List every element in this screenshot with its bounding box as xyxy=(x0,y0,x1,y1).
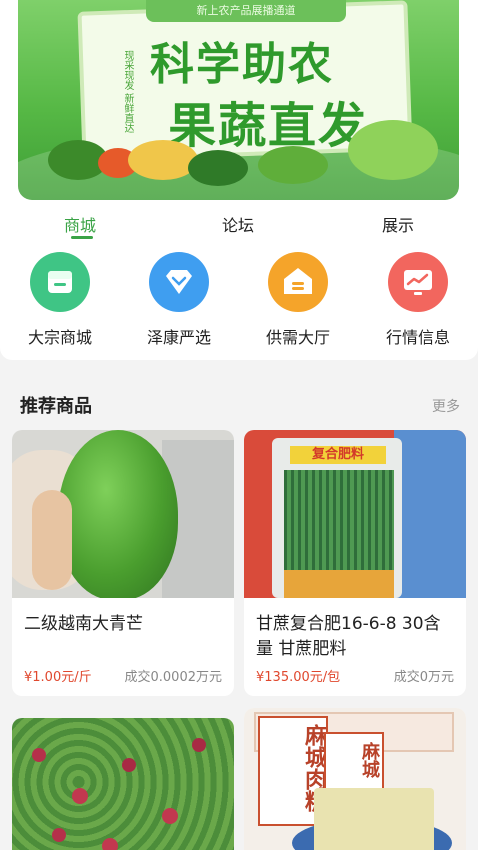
section-title: 推荐商品 xyxy=(20,396,92,417)
product-image-meat-cake: 麻城肉糕 麻城 xyxy=(244,708,466,850)
category-supply-demand[interactable]: 供需大厅 xyxy=(248,252,348,348)
product-price: ¥135.00元/包 xyxy=(256,670,341,685)
promo-banner[interactable]: 新上农产品展播通道 现采现发 新鲜直达 科学助农 果蔬直发 xyxy=(18,0,459,200)
category-zekang-select[interactable]: 泽康严选 xyxy=(129,252,229,348)
tab-forum[interactable]: 论坛 xyxy=(222,212,254,236)
product-image-mango xyxy=(12,430,234,598)
vegetable-image xyxy=(258,146,328,184)
product-name: 甘蔗复合肥16-6-8 30含量 甘蔗肥料 xyxy=(256,614,441,659)
product-card[interactable] xyxy=(12,718,234,850)
product-card[interactable]: 二级越南大青芒 ¥1.00元/斤 成交0.0002万元 xyxy=(12,430,234,696)
vegetable-image xyxy=(128,140,198,180)
product-meta: ¥135.00元/包 成交0万元 xyxy=(256,666,454,685)
banner-headline-2: 果蔬直发 xyxy=(168,98,369,154)
banner-headline-1: 科学助农 xyxy=(150,39,334,90)
category-label: 大宗商城 xyxy=(27,328,92,347)
product-deal-amount: 成交0万元 xyxy=(393,670,454,685)
vegetable-image xyxy=(348,120,438,180)
category-label: 供需大厅 xyxy=(265,328,330,347)
category-grid: 大宗商城 泽康严选 供需大厅 行情信息 xyxy=(0,252,478,352)
house-icon xyxy=(268,252,328,312)
category-bulk-mall[interactable]: 大宗商城 xyxy=(10,252,110,348)
diamond-icon xyxy=(149,252,209,312)
monitor-chart-icon xyxy=(388,252,448,312)
vegetable-image xyxy=(188,150,248,186)
tab-mall[interactable]: 商城 xyxy=(64,212,96,236)
banner-tag: 新上农产品展播通道 xyxy=(146,0,346,22)
tab-showcase[interactable]: 展示 xyxy=(382,212,414,236)
product-image-berries xyxy=(12,718,234,850)
product-meta: ¥1.00元/斤 成交0.0002万元 xyxy=(24,666,223,685)
category-market-info[interactable]: 行情信息 xyxy=(368,252,468,348)
product-price: ¥1.00元/斤 xyxy=(24,670,92,685)
product-name: 二级越南大青芒 xyxy=(24,614,143,634)
product-image-fertilizer: 复合肥料 xyxy=(244,430,466,598)
tab-bar: 商城 论坛 展示 xyxy=(0,208,478,242)
product-card[interactable]: 麻城肉糕 麻城 xyxy=(244,708,466,850)
product-card[interactable]: 复合肥料 甘蔗复合肥16-6-8 30含量 甘蔗肥料 ¥135.00元/包 成交… xyxy=(244,430,466,696)
tab-active-indicator xyxy=(71,236,93,239)
bag-label: 复合肥料 xyxy=(290,446,386,464)
recommend-header: 推荐商品 更多 xyxy=(20,390,460,418)
banner-side-text: 现采现发 新鲜直达 xyxy=(122,50,133,134)
more-link[interactable]: 更多 xyxy=(432,396,460,416)
category-label: 泽康严选 xyxy=(146,328,211,347)
top-card: 新上农产品展播通道 现采现发 新鲜直达 科学助农 果蔬直发 商城 论坛 展示 大… xyxy=(0,0,478,360)
product-deal-amount: 成交0.0002万元 xyxy=(124,670,223,685)
category-label: 行情信息 xyxy=(385,328,450,347)
store-icon xyxy=(30,252,90,312)
